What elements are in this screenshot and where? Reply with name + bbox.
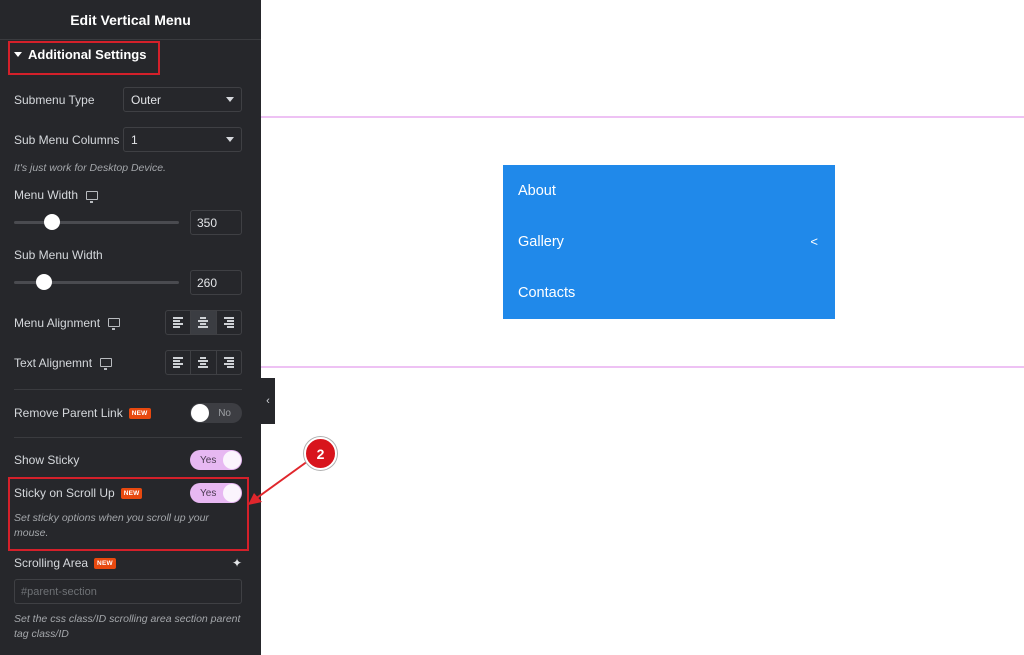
vertical-menu: About Gallery < Contacts <box>503 165 835 319</box>
align-center-icon <box>198 317 209 328</box>
align-left-icon <box>173 357 184 368</box>
toggle-state: No <box>218 407 231 419</box>
text-align-center-button[interactable] <box>191 351 217 374</box>
text-align-left-button[interactable] <box>166 351 192 374</box>
submenu-width-input[interactable]: 260 <box>190 270 242 295</box>
section-guide-bottom <box>261 366 1024 368</box>
chevron-left-icon[interactable]: < <box>810 234 818 249</box>
divider <box>14 437 242 438</box>
menu-width-label: Menu Width <box>14 188 79 202</box>
align-right-icon <box>223 357 234 368</box>
align-center-icon <box>198 357 209 368</box>
submenu-width-row: Sub Menu Width <box>14 247 242 263</box>
dropdown-arrow-icon <box>226 97 234 102</box>
step-marker: 2 <box>304 437 337 470</box>
scrolling-area-row: Scrolling Area NEW ✦ <box>14 555 242 571</box>
menu-item-label: About <box>518 182 556 199</box>
submenu-columns-label: Sub Menu Columns <box>14 132 120 147</box>
highlight-box-sticky <box>8 477 249 551</box>
menu-item-contacts[interactable]: Contacts <box>518 267 820 318</box>
scrolling-area-label: Scrolling Area <box>14 556 89 570</box>
menu-item-label: Contacts <box>518 284 576 301</box>
chevron-left-icon: ‹ <box>266 395 270 407</box>
collapse-panel-button[interactable]: ‹ <box>261 378 275 424</box>
desktop-icon[interactable] <box>108 318 121 330</box>
show-sticky-toggle[interactable]: Yes <box>190 450 242 470</box>
menu-align-center-button[interactable] <box>191 311 217 334</box>
submenu-width-slider[interactable] <box>14 274 179 290</box>
align-left-icon <box>173 317 184 328</box>
slider-handle[interactable] <box>43 214 60 230</box>
menu-item-gallery[interactable]: Gallery < <box>518 216 820 267</box>
scrolling-area-input[interactable]: #parent-section <box>14 579 242 604</box>
menu-item-about[interactable]: About <box>518 165 820 216</box>
divider <box>14 389 242 390</box>
desktop-icon[interactable] <box>100 358 113 370</box>
submenu-columns-select[interactable]: 1 <box>123 127 242 152</box>
menu-alignment-group <box>165 310 242 335</box>
toggle-knob <box>223 451 241 469</box>
panel-title: Edit Vertical Menu <box>70 11 191 28</box>
new-badge: NEW <box>94 557 116 569</box>
menu-width-input[interactable]: 350 <box>190 210 242 235</box>
menu-align-right-button[interactable] <box>217 311 241 334</box>
menu-alignment-label: Menu Alignment <box>14 315 101 330</box>
text-align-right-button[interactable] <box>217 351 241 374</box>
scrolling-area-note: Set the css class/ID scrolling area sect… <box>14 613 241 640</box>
toggle-state: Yes <box>200 454 217 466</box>
ai-sparkle-icon[interactable]: ✦ <box>232 556 242 570</box>
submenu-width-label: Sub Menu Width <box>14 248 103 262</box>
align-right-icon <box>223 317 234 328</box>
slider-handle[interactable] <box>35 274 52 290</box>
highlight-box-section <box>8 41 160 75</box>
menu-align-left-button[interactable] <box>166 311 192 334</box>
remove-parent-link-toggle[interactable]: No <box>190 403 242 423</box>
text-alignment-label: Text Alignemnt <box>14 355 93 370</box>
menu-width-slider[interactable] <box>14 214 179 230</box>
desktop-icon[interactable] <box>86 190 99 203</box>
panel-header: Edit Vertical Menu <box>0 0 261 40</box>
menu-item-label: Gallery <box>518 233 564 250</box>
toggle-knob <box>191 404 209 422</box>
submenu-type-label: Submenu Type <box>14 92 95 107</box>
submenu-columns-note: It's just work for Desktop Device. <box>14 162 166 174</box>
show-sticky-label: Show Sticky <box>14 453 80 467</box>
submenu-columns-value: 1 <box>131 132 138 147</box>
text-alignment-group <box>165 350 242 375</box>
menu-width-row: Menu Width <box>14 187 242 203</box>
editor-panel: Edit Vertical Menu Additional Settings S… <box>0 0 261 655</box>
section-guide-top <box>261 116 1024 118</box>
submenu-type-select[interactable]: Outer <box>123 87 242 112</box>
submenu-type-value: Outer <box>131 92 162 107</box>
dropdown-arrow-icon <box>226 137 234 142</box>
remove-parent-link-label: Remove Parent Link <box>14 406 123 420</box>
new-badge: NEW <box>128 407 151 419</box>
